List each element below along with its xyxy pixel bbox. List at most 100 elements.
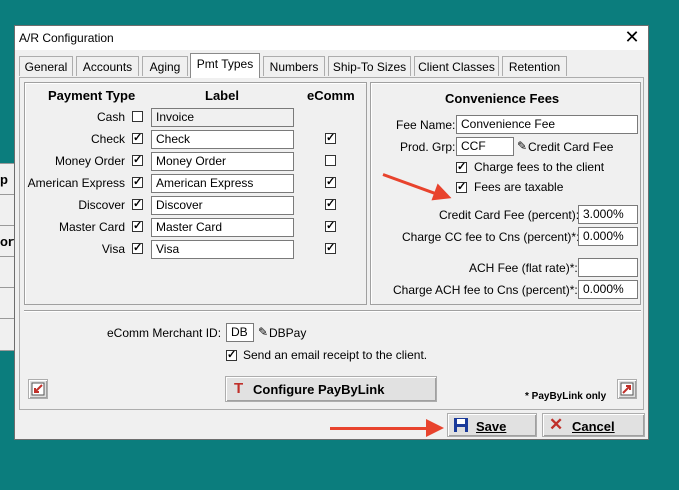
payment-type-master-card: Master Card <box>58 220 125 234</box>
background-button-1[interactable]: p <box>0 163 15 196</box>
taxable-checkbox[interactable]: ✓ <box>456 182 467 193</box>
tab-label: Numbers <box>269 60 319 74</box>
paybylink-note: * PayByLink only <box>525 391 607 402</box>
prod-grp-description: Credit Card Fee <box>528 140 614 154</box>
payment-type-header: Payment Type <box>48 88 136 103</box>
paybylink-icon: T <box>234 380 244 397</box>
merchant-description: DBPay <box>269 326 307 340</box>
x-icon: ✕ <box>549 415 564 434</box>
fee-name-label: Fee Name: <box>396 118 456 132</box>
cc-fee-label: Credit Card Fee (percent): <box>439 208 580 222</box>
amex-label-field[interactable]: American Express <box>151 174 294 193</box>
discover-enabled-checkbox[interactable]: ✓ <box>132 199 143 210</box>
master-card-label-field[interactable]: Master Card <box>151 218 294 237</box>
ecomm-header: eComm <box>307 88 355 103</box>
charge-fees-checkbox[interactable]: ✓ <box>456 162 467 173</box>
save-label: Save <box>476 419 507 434</box>
cash-label-field: Invoice <box>151 108 294 127</box>
cash-enabled-checkbox[interactable] <box>132 111 143 122</box>
background-button-6[interactable] <box>0 318 15 351</box>
background-button-label: p <box>0 172 8 187</box>
payment-type-money-order: Money Order <box>54 154 125 168</box>
annotation-arrow-save <box>330 427 428 430</box>
tab-label: Client Classes <box>418 60 495 74</box>
tab-accounts[interactable]: Accounts <box>76 56 139 76</box>
master-card-ecomm-checkbox[interactable]: ✓ <box>325 221 336 232</box>
tab-label: General <box>24 60 68 74</box>
charge-fees-label: Charge fees to the client <box>474 160 605 174</box>
floppy-disk-icon <box>454 418 468 432</box>
divider <box>24 310 641 312</box>
pencil-icon[interactable]: ✎ <box>258 325 268 339</box>
master-card-enabled-checkbox[interactable]: ✓ <box>132 221 143 232</box>
label-header: Label <box>205 88 239 103</box>
charge-cc-field[interactable]: 0.000% <box>578 227 638 246</box>
annotation-arrowhead-save <box>426 419 444 437</box>
tab-pmt-types[interactable]: Pmt Types <box>190 53 260 78</box>
money-order-label-field[interactable]: Money Order <box>151 152 294 171</box>
tab-aging[interactable]: Aging <box>142 56 188 76</box>
cancel-label: Cancel <box>572 419 615 434</box>
tab-general[interactable]: General <box>19 56 73 76</box>
prod-grp-field[interactable]: CCF <box>456 137 514 156</box>
tab-label: Aging <box>149 60 181 74</box>
payment-type-american-express: American Express <box>27 176 125 190</box>
background-button-4[interactable] <box>0 256 15 289</box>
visa-enabled-checkbox[interactable]: ✓ <box>132 243 143 254</box>
configure-paybylink-label: Configure PayByLink <box>253 382 385 397</box>
charge-ach-field[interactable]: 0.000% <box>578 280 638 299</box>
ach-fee-field[interactable] <box>578 258 638 277</box>
save-button[interactable]: Save <box>447 413 537 437</box>
background-button-2[interactable] <box>0 194 15 227</box>
check-enabled-checkbox[interactable]: ✓ <box>132 133 143 144</box>
arrow-icon <box>620 382 634 396</box>
pencil-icon[interactable]: ✎ <box>517 139 527 153</box>
money-order-enabled-checkbox[interactable]: ✓ <box>132 155 143 166</box>
tab-client-classes[interactable]: Client Classes <box>414 56 499 76</box>
charge-ach-label: Charge ACH fee to Cns (percent)*: <box>393 283 578 297</box>
tab-ship-to-sizes[interactable]: Ship-To Sizes <box>328 56 411 76</box>
money-order-ecomm-checkbox[interactable] <box>325 155 336 166</box>
merchant-id-field[interactable]: DB <box>226 323 254 342</box>
arrow-icon <box>31 382 45 396</box>
tab-retention[interactable]: Retention <box>502 56 567 76</box>
discover-label-field[interactable]: Discover <box>151 196 294 215</box>
close-icon[interactable]: ✕ <box>622 27 642 47</box>
charge-cc-label: Charge CC fee to Cns (percent)*: <box>402 230 580 244</box>
cc-fee-field[interactable]: 3.000% <box>578 205 638 224</box>
tab-label: Ship-To Sizes <box>332 60 407 74</box>
prod-grp-label: Prod. Grp: <box>400 140 456 154</box>
payment-type-cash: Cash <box>96 110 125 124</box>
payment-type-visa: Visa <box>101 242 125 256</box>
background-button-3[interactable]: ort <box>0 225 15 258</box>
background-button-label: ort <box>0 234 14 249</box>
title-bar[interactable]: A/R Configuration ✕ <box>15 26 648 50</box>
discover-ecomm-checkbox[interactable]: ✓ <box>325 199 336 210</box>
payment-type-check: Check <box>90 132 125 146</box>
left-action-button[interactable] <box>28 379 48 399</box>
visa-ecomm-checkbox[interactable]: ✓ <box>325 243 336 254</box>
convenience-fees-title: Convenience Fees <box>445 91 560 106</box>
tab-numbers[interactable]: Numbers <box>263 56 325 76</box>
visa-label-field[interactable]: Visa <box>151 240 294 259</box>
cancel-button[interactable]: ✕ Cancel <box>542 413 645 437</box>
right-action-button[interactable] <box>617 379 637 399</box>
taxable-label: Fees are taxable <box>474 180 564 194</box>
amex-ecomm-checkbox[interactable]: ✓ <box>325 177 336 188</box>
ach-fee-label: ACH Fee (flat rate)*: <box>469 261 578 275</box>
ar-configuration-window: A/R Configuration ✕ General Accounts Agi… <box>14 25 649 440</box>
pmt-types-panel: Payment Type Label eComm Cash Invoice Ch… <box>19 77 644 410</box>
check-label-field[interactable]: Check <box>151 130 294 149</box>
configure-paybylink-button[interactable]: T Configure PayByLink <box>225 376 437 402</box>
fee-name-field[interactable]: Convenience Fee <box>456 115 638 134</box>
email-receipt-label: Send an email receipt to the client. <box>243 348 428 362</box>
amex-enabled-checkbox[interactable]: ✓ <box>132 177 143 188</box>
merchant-id-label: eComm Merchant ID: <box>107 326 222 340</box>
tab-label: Retention <box>508 60 561 74</box>
check-ecomm-checkbox[interactable]: ✓ <box>325 133 336 144</box>
email-receipt-checkbox[interactable]: ✓ <box>226 350 237 361</box>
tab-label: Pmt Types <box>196 57 254 71</box>
tab-label: Accounts <box>82 60 133 74</box>
background-button-5[interactable] <box>0 287 15 320</box>
payment-type-discover: Discover <box>78 198 125 212</box>
